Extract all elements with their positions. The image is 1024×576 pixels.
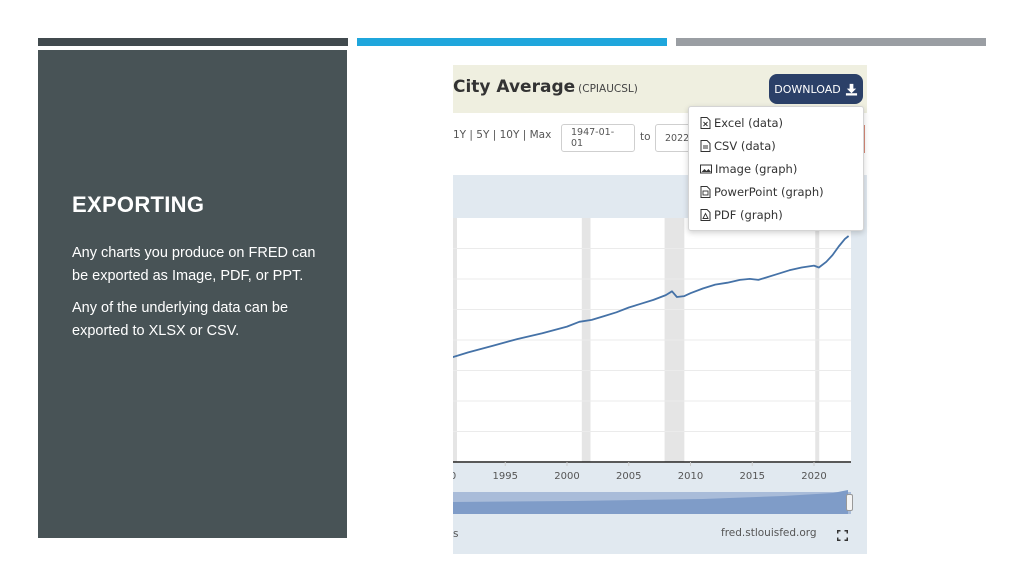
series-line-cpiaucsl <box>453 235 850 359</box>
top-accent-bar-gray <box>676 38 986 46</box>
powerpoint-file-icon <box>700 186 711 198</box>
menu-item-label: Excel (data) <box>714 116 783 130</box>
excel-file-icon <box>700 117 711 129</box>
menu-item-excel[interactable]: Excel (data) <box>700 113 783 133</box>
source-link[interactable]: fred.stlouisfed.org <box>721 527 817 539</box>
menu-item-label: PDF (graph) <box>714 208 783 222</box>
menu-item-label: Image (graph) <box>715 162 798 176</box>
menu-item-label: PowerPoint (graph) <box>714 185 824 199</box>
x-tick-label: 2015 <box>740 471 765 482</box>
slide-text-panel: EXPORTING Any charts you produce on FRED… <box>38 50 347 538</box>
menu-item-pdf[interactable]: PDF (graph) <box>700 205 783 225</box>
menu-item-label: CSV (data) <box>714 139 776 153</box>
paragraph-charts-export: Any charts you produce on FRED can be ex… <box>72 245 316 284</box>
x-tick-label: 2010 <box>678 471 703 482</box>
fullscreen-icon[interactable] <box>837 530 848 541</box>
x-tick-label: 1995 <box>493 471 518 482</box>
footer-left-text: s <box>453 528 459 540</box>
slide-title: EXPORTING <box>72 192 205 217</box>
menu-item-powerpoint[interactable]: PowerPoint (graph) <box>700 182 824 202</box>
menu-item-csv[interactable]: CSV (data) <box>700 136 776 156</box>
csv-file-icon <box>700 140 711 152</box>
download-menu: Excel (data) CSV (data) Image (graph) Po… <box>688 106 864 231</box>
menu-item-image[interactable]: Image (graph) <box>700 159 797 179</box>
x-tick-label: 2005 <box>616 471 641 482</box>
paragraph-data-export: Any of the underlying data can be export… <box>72 300 289 339</box>
top-accent-bar-dark <box>38 38 348 46</box>
pdf-file-icon <box>700 209 711 221</box>
slide-body: Any charts you produce on FRED can be ex… <box>72 242 322 352</box>
x-tick-label: 2020 <box>801 471 826 482</box>
navigator-handle[interactable] <box>846 494 853 511</box>
image-icon <box>700 164 712 174</box>
top-accent-bar-blue <box>357 38 667 46</box>
x-tick-label: 2000 <box>554 471 579 482</box>
x-tick-label: 1990 <box>453 471 456 482</box>
